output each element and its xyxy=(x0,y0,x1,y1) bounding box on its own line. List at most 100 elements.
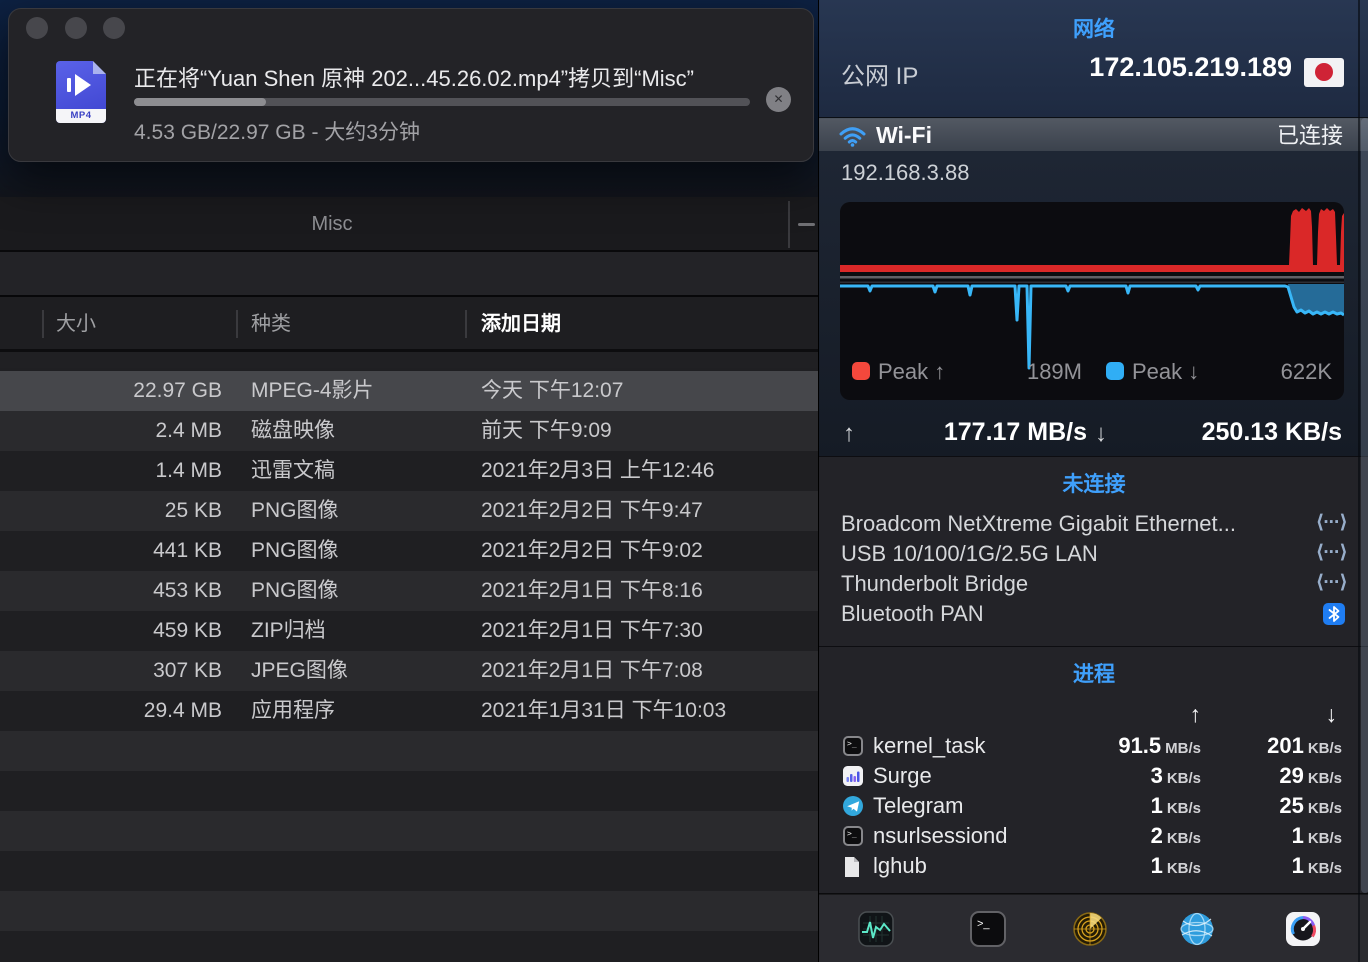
table-row[interactable]: 22.97 GB MPEG-4影片 今天 下午12:07 xyxy=(0,371,818,411)
interface-row[interactable]: USB 10/100/1G/2.5G LAN ⟨···⟩ xyxy=(819,539,1368,569)
interface-row[interactable]: Broadcom NetXtreme Gigabit Ethernet... ⟨… xyxy=(819,509,1368,539)
process-row[interactable]: Surge 3KB/s 29KB/s xyxy=(819,761,1368,791)
upload-series xyxy=(840,208,1344,272)
document-icon xyxy=(843,856,861,878)
table-row[interactable]: 453 KB PNG图像 2021年2月1日 下午8:16 xyxy=(0,571,818,611)
process-download-number: 1 xyxy=(1292,823,1304,848)
speed-gauge-icon[interactable] xyxy=(1285,911,1321,947)
table-row[interactable]: 459 KB ZIP归档 2021年2月1日 下午7:30 xyxy=(0,611,818,651)
process-upload-unit: KB/s xyxy=(1167,830,1201,847)
process-download-unit: KB/s xyxy=(1308,770,1342,787)
process-download-unit: KB/s xyxy=(1308,800,1342,817)
panel-scrollbar-track xyxy=(1358,0,1360,962)
upload-column-header[interactable]: ↑ xyxy=(1101,701,1201,728)
process-row[interactable]: >_ kernel_task 91.5MB/s 201KB/s xyxy=(819,731,1368,761)
download-arrow-icon: ↓ xyxy=(1095,420,1107,448)
process-download-number: 201 xyxy=(1267,733,1304,758)
row-kind: 迅雷文稿 xyxy=(251,451,335,491)
peak-download-value: 622K xyxy=(1240,359,1332,385)
graph-midline-2 xyxy=(840,282,1344,284)
list-top-gap xyxy=(0,352,818,368)
wifi-interface-row[interactable]: Wi-Fi 已连接 xyxy=(819,118,1368,151)
process-row[interactable]: >_ nsurlsessiond 2KB/s 1KB/s xyxy=(819,821,1368,851)
process-download-unit: KB/s xyxy=(1308,860,1342,877)
row-size: 453 KB xyxy=(0,571,222,611)
minus-icon[interactable] xyxy=(798,223,815,226)
column-header-size[interactable]: 大小 xyxy=(56,297,96,352)
download-column-header[interactable]: ↓ xyxy=(1233,701,1337,728)
copy-title: 正在将“Yuan Shen 原神 202...45.26.02.mp4”拷贝到“… xyxy=(134,61,764,93)
section-title-processes: 进程 xyxy=(819,658,1368,688)
column-header-kind[interactable]: 种类 xyxy=(251,297,291,352)
table-row[interactable]: 2.4 MB 磁盘映像 前天 下午9:09 xyxy=(0,411,818,451)
network-radar-icon[interactable] xyxy=(1072,911,1108,947)
wifi-icon xyxy=(839,125,866,147)
processes-section: 进程 ↑ ↓ >_ kernel_task 91.5MB/s 201KB/s S… xyxy=(819,647,1368,893)
table-header-row: 大小 种类 添加日期 xyxy=(0,297,818,352)
row-size: 459 KB xyxy=(0,611,222,651)
column-divider[interactable] xyxy=(42,310,44,338)
process-name: Telegram xyxy=(873,791,963,821)
row-date: 前天 下午9:09 xyxy=(481,411,612,451)
column-header-date-added[interactable]: 添加日期 xyxy=(481,297,561,352)
row-size: 441 KB xyxy=(0,531,222,571)
table-row[interactable]: 441 KB PNG图像 2021年2月2日 下午9:02 xyxy=(0,531,818,571)
network-globe-icon[interactable] xyxy=(1179,911,1215,947)
interface-row[interactable]: Thunderbolt Bridge ⟨···⟩ xyxy=(819,569,1368,599)
process-name: kernel_task xyxy=(873,731,986,761)
process-name: Surge xyxy=(873,761,932,791)
process-upload: 1KB/s xyxy=(1059,851,1201,881)
row-size: 25 KB xyxy=(0,491,222,531)
table-row[interactable]: 307 KB JPEG图像 2021年2月1日 下午7:08 xyxy=(0,651,818,691)
empty-row xyxy=(0,771,818,811)
cancel-copy-button[interactable]: ✕ xyxy=(766,87,791,112)
wifi-label: Wi-Fi xyxy=(876,119,932,152)
telegram-icon xyxy=(843,796,863,816)
process-upload-number: 91.5 xyxy=(1118,733,1161,758)
process-row[interactable]: lghub 1KB/s 1KB/s xyxy=(819,851,1368,881)
finder-titlebar[interactable]: Misc xyxy=(0,197,818,252)
flag-sun-circle xyxy=(1315,63,1333,81)
row-size: 1.4 MB xyxy=(0,451,222,491)
terminal-icon: >_ xyxy=(843,826,863,846)
table-row[interactable]: 1.4 MB 迅雷文稿 2021年2月3日 上午12:46 xyxy=(0,451,818,491)
traffic-light-close[interactable] xyxy=(26,17,48,39)
interface-row[interactable]: Bluetooth PAN xyxy=(819,599,1368,629)
network-summary-section: 网络 公网 IP 172.105.219.189 xyxy=(819,0,1368,117)
process-download-number: 29 xyxy=(1279,763,1303,788)
activity-monitor-icon[interactable] xyxy=(858,911,894,947)
table-row[interactable]: 25 KB PNG图像 2021年2月2日 下午9:47 xyxy=(0,491,818,531)
file-icon-fold xyxy=(93,61,106,74)
panel-scrollbar-thumb[interactable] xyxy=(1361,118,1368,893)
local-ip-value: 192.168.3.88 xyxy=(841,160,969,186)
column-divider[interactable] xyxy=(236,310,238,338)
copy-progress-dialog: MP4 正在将“Yuan Shen 原神 202...45.26.02.mp4”… xyxy=(8,8,814,162)
peak-upload-label: Peak ↑ xyxy=(878,359,945,385)
row-date: 2021年2月2日 下午9:47 xyxy=(481,491,703,531)
row-size: 2.4 MB xyxy=(0,411,222,451)
column-divider[interactable] xyxy=(465,310,467,338)
process-download: 25KB/s xyxy=(1203,791,1342,821)
row-date: 今天 下午12:07 xyxy=(481,371,623,411)
process-download-unit: KB/s xyxy=(1308,740,1342,757)
terminal-app-icon[interactable]: >_ xyxy=(970,911,1006,947)
traffic-light-minimize[interactable] xyxy=(65,17,87,39)
peak-download-label: Peak ↓ xyxy=(1132,359,1199,385)
play-icon xyxy=(67,78,71,92)
network-traffic-graph[interactable]: Peak ↑ 189M Peak ↓ 622K xyxy=(840,202,1344,400)
row-kind: MPEG-4影片 xyxy=(251,371,374,411)
row-kind: PNG图像 xyxy=(251,571,339,611)
process-upload-unit: KB/s xyxy=(1167,860,1201,877)
process-row[interactable]: Telegram 1KB/s 25KB/s xyxy=(819,791,1368,821)
table-row[interactable]: 29.4 MB 应用程序 2021年1月31日 下午10:03 xyxy=(0,691,818,731)
traffic-light-zoom[interactable] xyxy=(103,17,125,39)
process-upload: 91.5MB/s xyxy=(1059,731,1201,761)
process-download: 201KB/s xyxy=(1203,731,1342,761)
row-kind: PNG图像 xyxy=(251,531,339,571)
wifi-details-section: 192.168.3.88 Peak ↑ 189M Peak ↓ 622K ↑ 1… xyxy=(819,151,1368,456)
empty-row xyxy=(0,811,818,851)
japan-flag-icon xyxy=(1304,58,1344,87)
row-size: 29.4 MB xyxy=(0,691,222,731)
process-download: 29 KB/s xyxy=(1203,761,1342,791)
panel-app-dock: >_ xyxy=(819,894,1368,962)
